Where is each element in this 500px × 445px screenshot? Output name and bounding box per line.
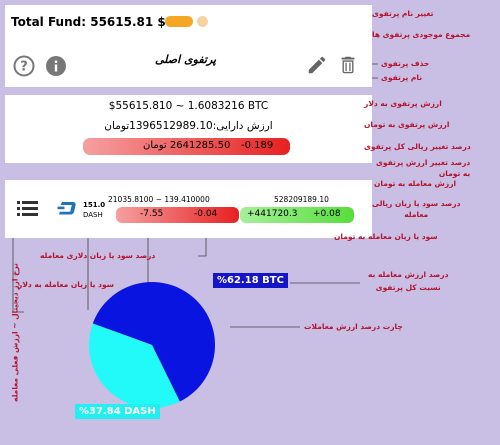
- portfolio-card: Total Fund: 55615.81 $ پرتفوی اصلی ?: [5, 5, 372, 87]
- total-fund-label: Total Fund: 55615.81 $: [11, 15, 166, 29]
- toman-value-line: ارزش دارایی:1396512989.10تومان: [104, 120, 273, 132]
- edit-button[interactable]: [305, 53, 329, 77]
- rial-profit-percent: +0.08: [313, 209, 341, 219]
- total-fund-caption: Total Fund:: [11, 15, 87, 29]
- annotation-rial-profit: سود یا زیان معامله به تومان: [334, 232, 438, 241]
- annotation-toman-change: درصد تغییر ارزش پرتفوی به تومان: [376, 158, 470, 178]
- help-button[interactable]: ?: [13, 55, 35, 77]
- menu-button[interactable]: [17, 199, 39, 217]
- svg-text:?: ?: [20, 60, 28, 75]
- coin-symbol: DASH: [83, 211, 103, 219]
- annotation-rial-percent-line1: درصد سود یا زیان ریالی: [372, 199, 461, 208]
- btc-share-label: %62.18 BTC: [213, 273, 288, 288]
- annotation-rial-percent-line2: معامله: [404, 210, 429, 219]
- delete-button[interactable]: [336, 53, 360, 77]
- annotation-rial-change: درصد تغییر ریالی کل پرتفوی: [364, 142, 471, 151]
- trade-card: 151.0 DASH 21035.8100 ~ 139.410000 -7.55…: [5, 180, 372, 238]
- info-icon: [46, 56, 66, 76]
- trash-icon: [341, 56, 355, 74]
- annotation-dollar-profit: سود یا زیان معامله به دلار: [18, 280, 115, 289]
- dollar-profit-pill: -7.55 -0.04: [116, 207, 239, 223]
- coin-amount: 151.0: [83, 201, 106, 209]
- annotation-trade-share: درصد ارزش معامله به نسبت کل پرتفوی: [368, 270, 448, 292]
- edit-pencil-icon: [308, 56, 326, 74]
- annotation-trade-share-line2: نسبت کل پرتفوی: [375, 283, 441, 292]
- dollar-profit: -7.55: [140, 209, 164, 219]
- portfolio-change-pill: 2641285.50 تومان -0.189: [83, 138, 290, 155]
- annotation-name: نام پرتفوی: [381, 73, 423, 82]
- summary-card: $55615.810 ~ 1.6083216 BTC ارزش دارایی:1…: [5, 95, 372, 163]
- usd-value-line: $55615.810 ~ 1.6083216 BTC: [108, 100, 269, 112]
- rial-profit: +441720.3: [247, 209, 298, 219]
- dollar-profit-percent: -0.04: [194, 209, 218, 219]
- annotation-chart: چارت درصد ارزش معاملات: [304, 322, 403, 331]
- toggle-dot: [197, 16, 208, 27]
- annotation-rename: تغییر نام پرتفوی: [372, 9, 434, 18]
- view-toggle[interactable]: [165, 16, 193, 27]
- annotation-toman-value: ارزش پرتفوی به تومان: [364, 120, 450, 129]
- annotation-trade-share-line1: درصد ارزش معامله به: [368, 270, 449, 279]
- total-fund-value: 55615.81 $: [90, 15, 166, 29]
- portfolio-name: پرتفوی اصلی: [155, 53, 217, 66]
- dash-logo-icon: [57, 202, 76, 215]
- annotation-dollar-value: ارزش پرتفوی به دلار: [364, 99, 442, 108]
- dash-share-label: %37.84 DASH: [75, 404, 160, 419]
- portfolio-change-percent: -0.189: [241, 140, 274, 151]
- dash-coin-logo: [57, 200, 77, 216]
- annotation-trade-value: ارزش معامله به تومان: [374, 179, 457, 188]
- price-line: 21035.8100 ~ 139.410000: [108, 195, 210, 204]
- annotation-toman-change-line2: به تومان: [438, 169, 471, 178]
- help-circle-icon: ?: [13, 55, 35, 77]
- annotation-rial-profit-percent: درصد سود یا زیان ریالی معامله: [372, 199, 460, 219]
- annotation-toman-change-line1: درصد تغییر ارزش پرتفوی: [376, 158, 471, 167]
- info-button[interactable]: [45, 55, 67, 77]
- annotation-total-assets: مجموع موجودی پرتفوی ها: [372, 30, 471, 39]
- trade-value-toman: 528209189.10: [274, 195, 329, 204]
- annotation-price-vertical: نرخ ارز دیجیتال ~ ارزش فعلی معامله: [10, 263, 20, 402]
- annotation-dollar-profit-percent: درصد سود یا زیان دلاری معامله: [40, 251, 156, 260]
- portfolio-change-toman: 2641285.50 تومان: [143, 140, 231, 151]
- annotation-delete: حذف پرتفوی: [381, 59, 430, 68]
- list-menu-icon: [17, 201, 38, 216]
- rial-profit-pill: +441720.3 +0.08: [240, 207, 354, 223]
